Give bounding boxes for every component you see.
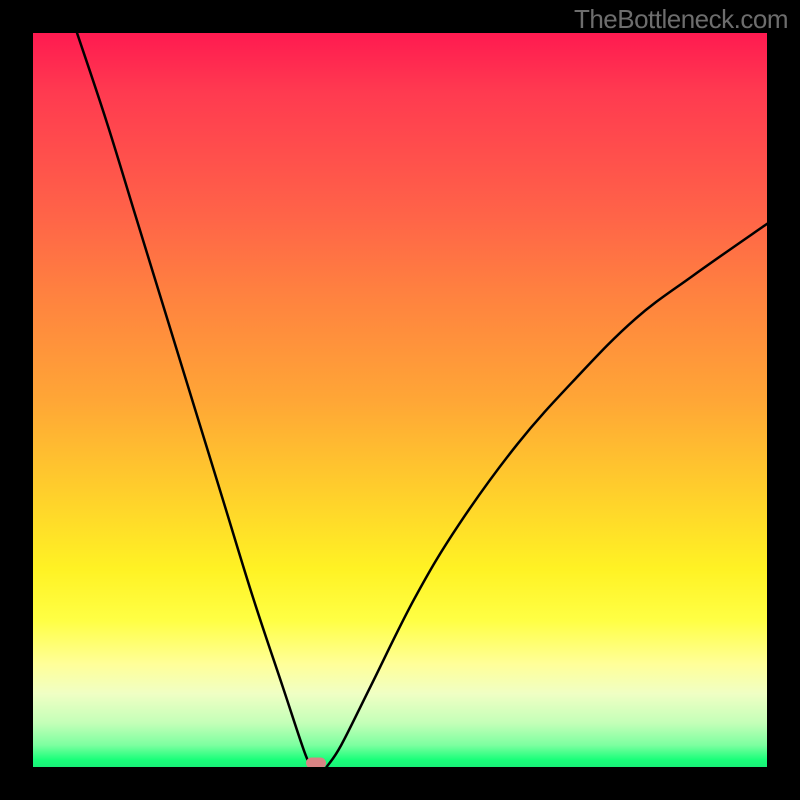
minimum-marker — [306, 758, 326, 767]
chart-plot-area — [33, 33, 767, 767]
right-branch-path — [327, 224, 767, 767]
attribution-text: TheBottleneck.com — [574, 4, 788, 35]
left-branch-path — [77, 33, 312, 767]
curve-svg — [33, 33, 767, 767]
